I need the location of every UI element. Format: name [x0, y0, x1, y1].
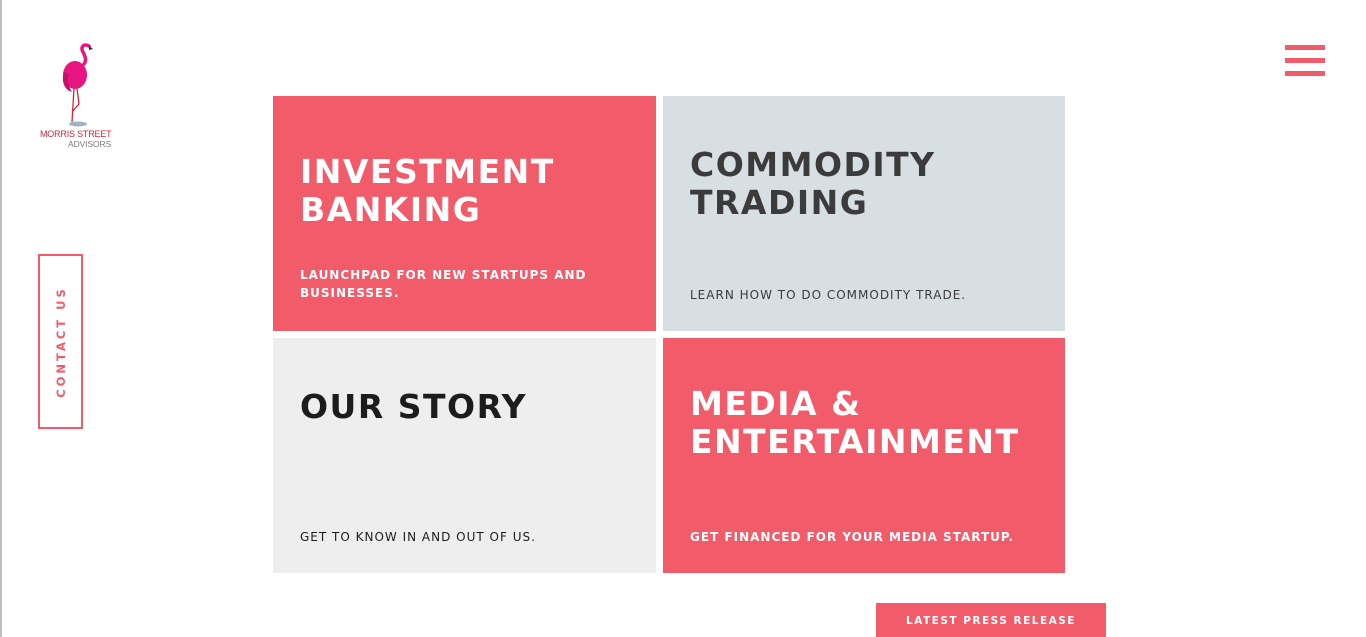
latest-press-release-button[interactable]: LATEST PRESS RELEASE: [876, 603, 1106, 637]
flamingo-icon: [62, 43, 93, 127]
tile-title: COMMODITY TRADING: [690, 145, 936, 222]
menu-bar: [1285, 58, 1325, 63]
contact-us-label: CONTACT US: [53, 285, 68, 398]
tile-investment-banking[interactable]: INVESTMENT BANKING LAUNCHPAD FOR NEW STA…: [273, 96, 656, 331]
tile-subtitle: GET FINANCED FOR YOUR MEDIA STARTUP.: [690, 530, 1015, 544]
brand-logo[interactable]: MORRIS STREET ADVISORS: [36, 42, 126, 152]
tile-title: OUR STORY: [300, 387, 528, 426]
tile-title: INVESTMENT BANKING: [300, 152, 555, 229]
press-release-label: LATEST PRESS RELEASE: [906, 615, 1076, 627]
tile-subtitle: GET TO KNOW IN AND OUT OF US.: [300, 530, 536, 544]
brand-name-line1: MORRIS STREET: [40, 129, 112, 139]
tile-subtitle: LEARN HOW TO DO COMMODITY TRADE.: [690, 288, 967, 302]
hamburger-menu-icon[interactable]: [1285, 45, 1325, 76]
tile-title: MEDIA & ENTERTAINMENT: [690, 384, 1020, 461]
menu-bar: [1285, 71, 1325, 76]
tile-commodity-trading[interactable]: COMMODITY TRADING LEARN HOW TO DO COMMOD…: [663, 96, 1065, 331]
brand-name-line2: ADVISORS: [68, 139, 112, 149]
menu-bar: [1285, 45, 1325, 50]
left-edge-divider: [0, 0, 2, 637]
tile-subtitle: LAUNCHPAD FOR NEW STARTUPS AND BUSINESSE…: [300, 268, 587, 300]
tile-our-story[interactable]: OUR STORY GET TO KNOW IN AND OUT OF US.: [273, 338, 656, 573]
tile-media-entertainment[interactable]: MEDIA & ENTERTAINMENT GET FINANCED FOR Y…: [663, 338, 1065, 573]
contact-us-button[interactable]: CONTACT US: [38, 254, 83, 429]
